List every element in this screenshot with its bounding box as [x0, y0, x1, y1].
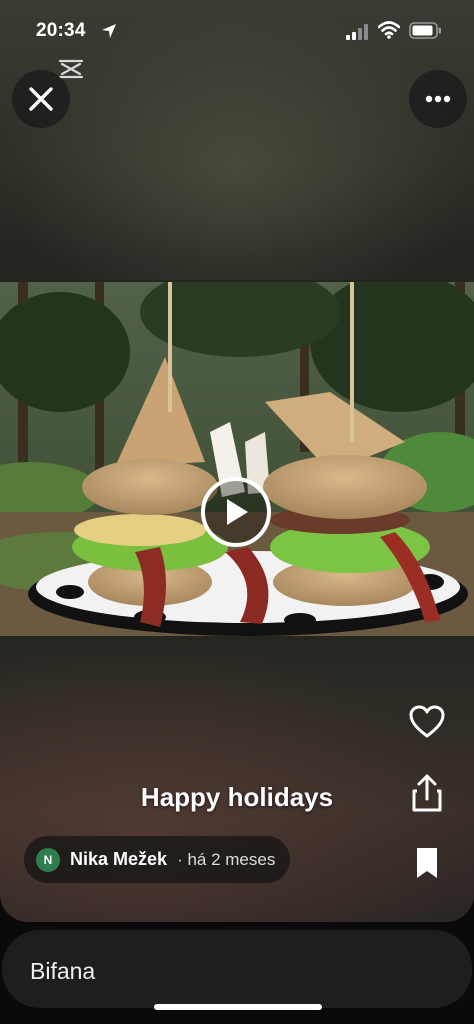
status-bar: 20:34 [0, 0, 474, 62]
cellular-signal-icon [346, 24, 368, 40]
author-name: Nika Mežek [70, 849, 168, 869]
close-button[interactable] [12, 70, 70, 128]
author-chip[interactable]: N Nika Mežek · há 2 meses [24, 836, 291, 883]
capcut-logo-icon [58, 59, 84, 79]
status-time: 20:34 [36, 20, 86, 41]
pin-caption: Happy holidays [140, 782, 334, 812]
avatar: N [36, 847, 60, 872]
video-thumbnail[interactable] [0, 282, 474, 636]
more-icon [425, 95, 451, 103]
location-arrow-icon [102, 24, 116, 38]
wifi-icon [378, 21, 400, 39]
home-indicator [154, 1004, 322, 1010]
play-icon [227, 499, 248, 525]
posted-time: · há 2 meses [177, 849, 276, 869]
pin-viewer-screen: 20:34 Happy holidays N Nika Mežek · há 2… [0, 0, 474, 1024]
pin-card: 20:34 Happy holidays N Nika Mežek · há 2… [0, 0, 474, 922]
heart-icon[interactable] [407, 702, 447, 742]
battery-icon [409, 22, 441, 39]
more-options-button[interactable] [409, 70, 467, 128]
close-icon [29, 87, 53, 111]
burger-photo-illustration [0, 282, 474, 636]
bookmark-icon[interactable] [411, 845, 443, 881]
board-title: Bifana [30, 958, 96, 984]
play-button[interactable] [201, 477, 271, 547]
